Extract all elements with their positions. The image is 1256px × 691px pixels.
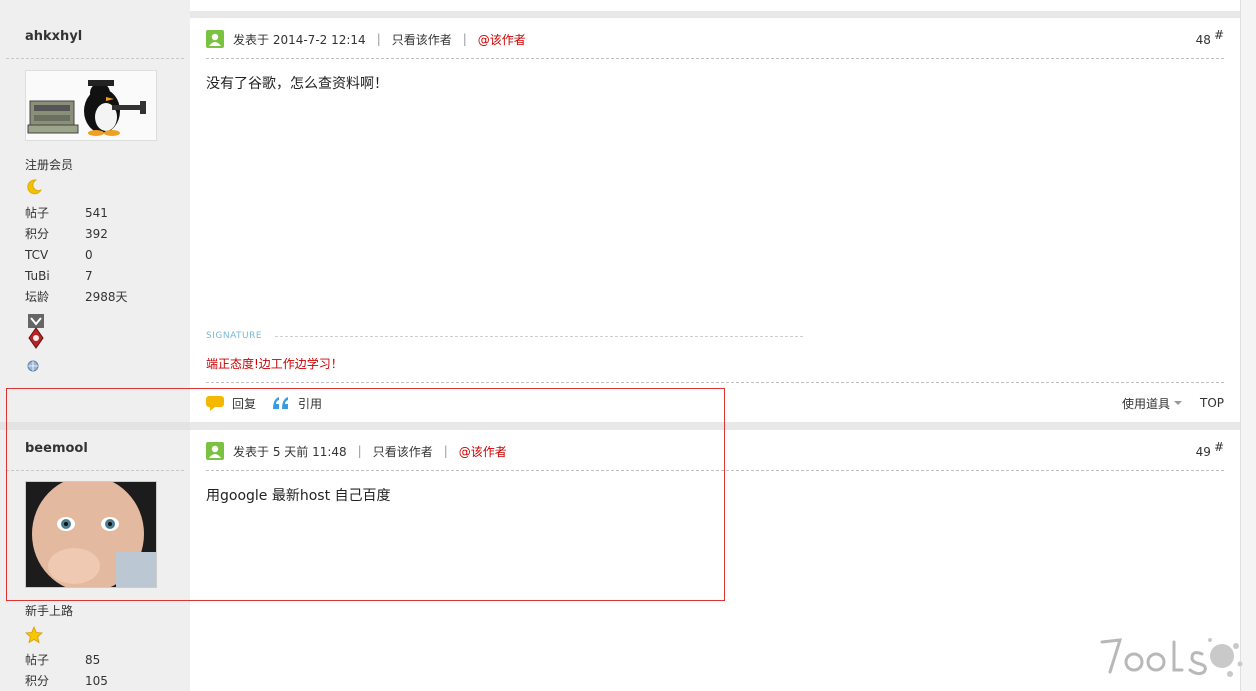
author-name[interactable]: ahkxhyl	[25, 29, 82, 44]
floor-number[interactable]: 49 #	[1196, 440, 1224, 459]
sidebar-divider	[6, 58, 184, 59]
avatar[interactable]	[25, 481, 157, 588]
user-stats: 帖子 85 积分 105	[25, 650, 108, 691]
author-only-link[interactable]: 只看该作者	[392, 31, 452, 48]
page-right-edge	[1240, 0, 1256, 691]
stat-row: 帖子 541	[25, 206, 108, 220]
post-time: 发表于 5 天前 11:48	[233, 444, 347, 459]
post-header: 发表于 5 天前 11:48 | 只看该作者 | @该作者 49 #	[206, 440, 1224, 462]
penguin-gunner-avatar	[26, 71, 156, 140]
post-content: 没有了谷歌，怎么查资料啊！	[206, 76, 388, 92]
author-sidebar: beemool 新手上路 帖子 85 积分 105	[0, 430, 190, 691]
user-group: 注册会员	[25, 158, 74, 172]
caret-down-icon	[1173, 401, 1182, 405]
use-tools-menu[interactable]: 使用道具	[1122, 395, 1182, 412]
post-49: beemool 新手上路 帖子 85 积分 105 发表于 5 天前 11:48…	[0, 430, 1240, 691]
stat-row: TCV 0	[25, 248, 93, 262]
signature-text: 端正态度!边工作边学习！	[206, 357, 343, 371]
stat-row: 积分 105	[25, 674, 108, 688]
footer-right: 使用道具 TOP	[1122, 392, 1224, 414]
divider-pipe: |	[357, 444, 362, 458]
author-sidebar: ahkxhyl 注册会员 帖子 541 积分 392 TCV 0 TuBi 7 …	[0, 18, 190, 422]
sidebar-divider	[6, 470, 184, 471]
mention-author-link[interactable]: @该作者	[478, 31, 526, 48]
post-content: 用google 最新host 自己百度	[206, 488, 391, 504]
stat-row: 坛龄 2988天	[25, 290, 128, 304]
divider-pipe: |	[376, 32, 381, 46]
reply-bubble-icon	[206, 396, 224, 411]
footer-divider	[206, 382, 1224, 383]
post-48: ahkxhyl 注册会员 帖子 541 积分 392 TCV 0 TuBi 7 …	[0, 18, 1240, 422]
post-main: 发表于 5 天前 11:48 | 只看该作者 | @该作者 49 # 用googl…	[190, 430, 1240, 691]
quote-label: 引用	[298, 396, 323, 411]
stat-row: 帖子 85	[25, 653, 101, 667]
post-header: 发表于 2014-7-2 12:14 | 只看该作者 | @该作者 48 #	[206, 28, 1224, 50]
baby-photo-avatar	[26, 482, 156, 587]
floor-number[interactable]: 48 #	[1196, 28, 1224, 47]
user-stats: 帖子 541 积分 392 TCV 0 TuBi 7 坛龄 2988天	[25, 203, 128, 308]
tools-watermark-logo	[1100, 638, 1243, 677]
online-status-icon	[206, 442, 224, 460]
medal-icon[interactable]	[25, 314, 47, 350]
top-band-left	[0, 0, 190, 18]
moon-rank-icon	[27, 179, 42, 195]
divider-pipe: |	[443, 444, 448, 458]
quote-button[interactable]: 引用	[272, 395, 322, 412]
top-band-stripe	[190, 11, 1240, 18]
top-band	[0, 0, 1240, 18]
author-only-link[interactable]: 只看该作者	[373, 443, 433, 460]
top-link[interactable]: TOP	[1200, 396, 1224, 410]
stat-row: TuBi 7	[25, 269, 93, 283]
header-divider	[206, 58, 1224, 59]
reply-button[interactable]: 回复	[206, 395, 256, 412]
quote-icon	[273, 397, 289, 409]
divider-pipe: |	[462, 32, 467, 46]
user-group: 新手上路	[25, 604, 74, 618]
signature-label: SIGNATURE	[206, 331, 263, 341]
star-rank-icon	[25, 626, 43, 644]
stat-row: 积分 392	[25, 227, 108, 241]
post-footer: 回复 引用 使用道具 TOP	[206, 392, 1224, 414]
post-separator	[0, 422, 1240, 430]
signature-divider	[275, 336, 803, 337]
post-time: 发表于 2014-7-2 12:14	[233, 32, 366, 47]
reply-label: 回复	[232, 396, 257, 411]
avatar[interactable]	[25, 70, 157, 141]
mention-author-link[interactable]: @该作者	[459, 443, 507, 460]
header-divider	[206, 470, 1224, 471]
author-name[interactable]: beemool	[25, 441, 88, 456]
post-main: 发表于 2014-7-2 12:14 | 只看该作者 | @该作者 48 # 没有…	[190, 18, 1240, 422]
online-globe-icon	[27, 360, 39, 372]
online-status-icon	[206, 30, 224, 48]
